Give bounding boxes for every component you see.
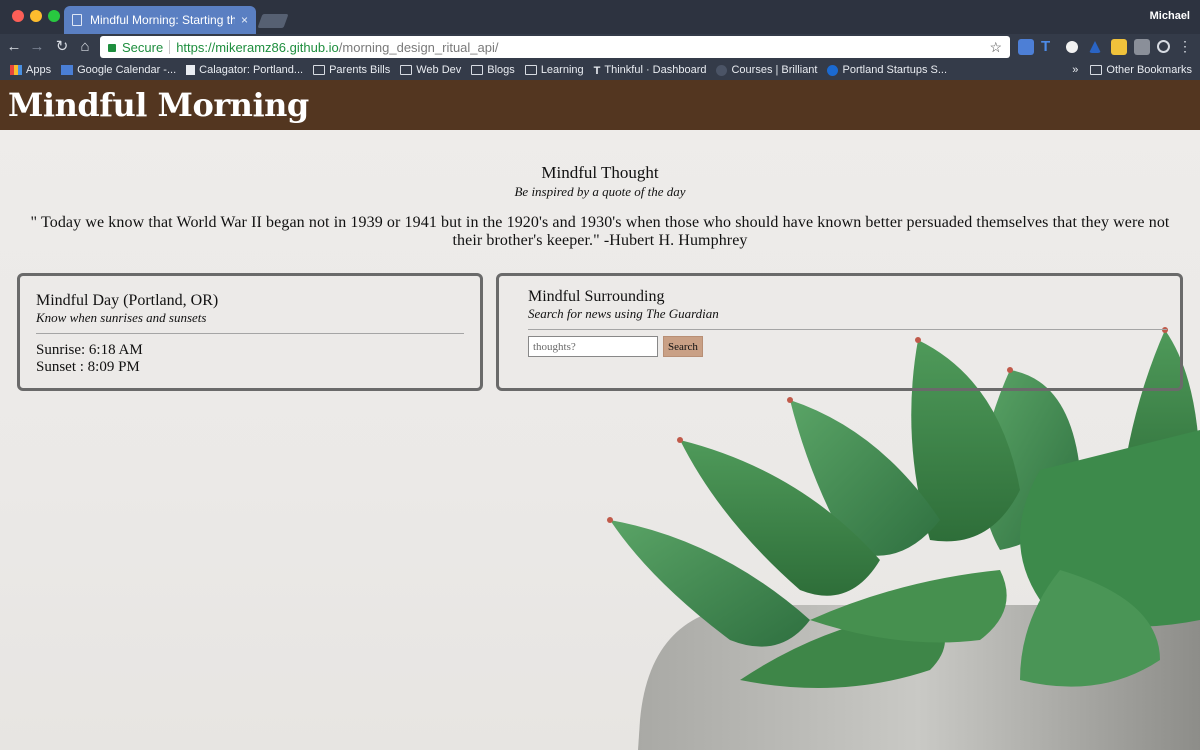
page-icon [186,65,196,75]
surrounding-heading: Mindful Surrounding [528,288,665,305]
sunset-time: Sunset : 8:09 PM [36,359,140,375]
close-window-button[interactable] [12,10,24,22]
page-viewport: Mindful Morning Mindful Thought Be inspi… [0,80,1200,750]
bookmark-star-icon[interactable]: ☆ [989,39,1002,56]
quote-text: " Today we know that World War II began … [30,214,1170,249]
day-heading: Mindful Day (Portland, OR) [36,292,219,309]
brilliant-icon [716,64,728,76]
bookmarks-bar: Apps Google Calendar -... Calagator: Por… [0,60,1200,80]
bookmarks-right: » Other Bookmarks [1072,60,1192,80]
news-search-form: Search [528,336,1167,357]
back-arrow-icon[interactable]: ← [4,37,24,57]
react-extension-icon[interactable] [1157,40,1170,53]
bookmark-item[interactable]: T Thinkful · Dashboard [593,64,707,77]
browser-toolbar: ← → ↻ ⌂ Secure https://mikeramz86.github… [0,34,1200,60]
s-icon [827,64,839,76]
search-button[interactable]: Search [663,336,703,357]
thinkful-extension-icon[interactable]: T [1041,39,1057,55]
notes-extension-icon[interactable] [1111,39,1127,55]
secure-label: Secure [122,39,164,55]
forward-arrow-icon[interactable]: → [27,37,47,57]
folder-icon [400,65,413,75]
divider [36,333,464,334]
tab-title: Mindful Morning: Starting the d [90,13,235,27]
address-bar[interactable]: Secure https://mikeramz86.github.io /mor… [100,36,1010,58]
bookmarks-overflow-chevron[interactable]: » [1072,64,1078,76]
drive-extension-icon[interactable] [1089,41,1101,53]
bookmark-folder[interactable]: Blogs [471,64,515,76]
lock-icon [108,44,116,52]
minimize-window-button[interactable] [30,10,42,22]
folder-icon [313,65,326,75]
reload-icon[interactable]: ↻ [52,37,72,57]
day-subheading: Know when sunrises and sunsets [36,310,207,325]
thinkful-icon: T [593,65,601,77]
bookmark-folder[interactable]: Web Dev [400,64,461,76]
new-tab-button[interactable] [257,14,289,28]
divider [528,329,1167,330]
thought-subheading: Be inspired by a quote of the day [514,184,686,199]
bookmark-item[interactable]: Calagator: Portland... [186,64,303,76]
profile-name[interactable]: Michael [1150,10,1190,22]
counter-extension-icon[interactable] [1134,39,1150,55]
extension-icon[interactable] [1018,39,1034,55]
other-bookmarks-folder[interactable]: Other Bookmarks [1090,64,1192,76]
bookmark-folder[interactable]: Parents Bills [313,64,390,76]
mindful-thought-section: Mindful Thought Be inspired by a quote o… [20,163,1180,250]
url-path: /morning_design_ritual_api/ [338,39,499,55]
circle-extension-icon[interactable] [1066,41,1078,53]
apps-icon [10,65,22,75]
folder-icon [471,65,484,75]
tab-close-icon[interactable]: × [241,13,248,27]
surrounding-subheading: Search for news using The Guardian [528,306,719,321]
bookmark-folder[interactable]: Learning [524,64,584,76]
home-icon[interactable]: ⌂ [75,37,95,57]
bookmark-item[interactable]: Google Calendar -... [61,64,176,76]
bookmark-item[interactable]: Portland Startups S... [827,64,947,76]
sun-times: Sunrise: 6:18 AM Sunset : 8:09 PM [36,342,464,376]
calendar-icon [61,65,74,75]
folder-icon [1090,65,1103,75]
news-search-input[interactable] [528,336,658,357]
browser-tab-strip: Mindful Morning: Starting the d × Michae… [0,0,1200,34]
thought-heading: Mindful Thought [541,163,659,182]
site-header: Mindful Morning [0,80,1200,130]
separator [169,40,171,54]
site-title: Mindful Morning [8,86,309,124]
sunrise-time: Sunrise: 6:18 AM [36,342,143,358]
folder-icon [524,65,537,75]
bookmark-item[interactable]: Apps [10,64,51,76]
mindful-surrounding-card: Mindful Surrounding Search for news usin… [496,273,1183,391]
page-icon [72,14,82,26]
browser-tab-active[interactable]: Mindful Morning: Starting the d × [64,6,256,34]
mindful-day-card: Mindful Day (Portland, OR) Know when sun… [17,273,483,391]
url-host: https://mikeramz86.github.io [176,39,339,55]
bookmark-item[interactable]: Courses | Brilliant [716,64,817,76]
browser-menu-icon[interactable]: ⋮ [1178,38,1192,55]
maximize-window-button[interactable] [48,10,60,22]
